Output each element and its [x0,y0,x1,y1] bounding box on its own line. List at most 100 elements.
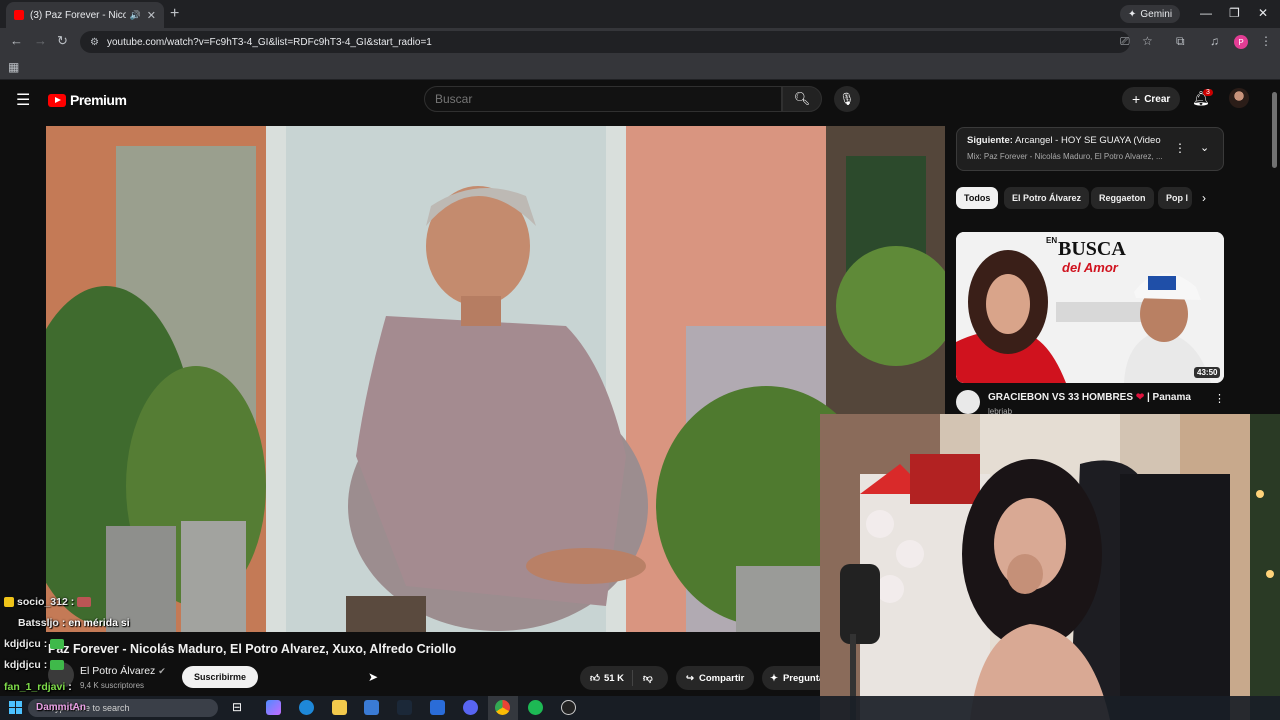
like-count: 51 K [603,672,625,684]
chevron-down-icon[interactable]: ⌄ [1200,141,1209,154]
chat-username: kdjdjcu [4,659,41,671]
search-button[interactable]: 🔍︎ [782,86,822,112]
youtube-logo[interactable]: Premium [48,92,127,108]
minimize-icon[interactable]: — [1200,6,1212,20]
chip-el-potro-alvarez[interactable]: El Potro Álvarez [1004,187,1090,209]
search-input[interactable] [424,86,782,112]
sparkle-icon: ✦ [770,672,778,684]
thumb-text-amor: del Amor [1062,260,1118,275]
spotify-icon[interactable] [528,700,543,715]
video-title: Paz Forever - Nicolás Maduro, El Potro A… [48,642,457,656]
chat-username: kdjdjcu [4,638,41,650]
obs-icon[interactable] [561,700,576,715]
like-button[interactable]: 👍︎ 51 K [580,670,634,686]
browser-menu-icon[interactable]: ⋮ [1260,34,1272,48]
chat-username: socio_312 [17,596,68,608]
up-next-prefix: Siguiente: [967,135,1013,146]
windows-start-icon[interactable] [9,701,22,714]
chat-message: socio_312: [4,596,92,608]
store-icon[interactable] [364,700,379,715]
chevron-right-icon[interactable]: › [1202,191,1206,205]
gemini-label: Gemini [1140,8,1173,20]
tab-close-icon[interactable]: ✕ [147,9,156,22]
chat-username: Batssljo [18,617,59,629]
video-duration: 43:50 [1194,367,1221,378]
copilot-icon[interactable] [266,700,281,715]
hamburger-menu-icon[interactable]: ☰ [16,90,30,110]
chat-username: DammitAn [36,702,87,713]
chip-pop[interactable]: Pop l [1158,187,1192,209]
subscriber-count: 9,4 K suscriptores [80,681,145,690]
chrome-icon[interactable] [495,700,510,715]
thumb-text-busca: BUSCA [1058,238,1126,260]
address-bar[interactable]: ⚙ youtube.com/watch?v=Fc9hT3-4_GI&list=R… [80,31,1130,53]
chat-message: kdjdjcu: [4,638,65,650]
site-info-icon[interactable]: ⚙ [90,37,99,48]
file-explorer-icon[interactable] [332,700,347,715]
share-button[interactable]: ↪ Compartir [676,666,755,690]
mail-icon[interactable] [430,700,445,715]
back-icon[interactable]: ← [10,33,23,48]
create-button[interactable]: + Crear [1122,87,1181,111]
recommended-title-text: GRACIEBON VS 33 HOMBRES [988,392,1134,403]
reload-icon[interactable]: ↻ [57,33,68,49]
chat-username: fan_1_rdjavi [4,681,66,693]
chip-todos[interactable]: Todos [956,187,999,209]
chip-reggaeton[interactable]: Reggaeton [1091,187,1154,209]
video-player[interactable] [46,126,945,632]
video-frame [46,126,945,632]
more-options-icon[interactable]: ⋮ [1214,392,1225,405]
task-view-icon[interactable]: ⊟ [232,700,247,715]
share-label: Compartir [698,672,745,684]
edge-icon[interactable] [299,700,314,715]
thumbs-down-icon: 👎︎ [643,673,653,684]
profile-avatar[interactable]: P [1234,35,1248,49]
badge-icon [4,597,14,607]
recommended-title-suffix: | Panama [1146,392,1191,403]
new-tab-button[interactable]: + [170,5,179,23]
chat-message: kdjdjcu: [4,659,65,671]
cast-icon[interactable]: ⎚ [1120,34,1130,49]
bookmark-star-icon[interactable]: ☆ [1142,34,1153,48]
voice-search-button[interactable]: 🎙︎ [834,86,860,112]
thumb-text-en: EN [1046,236,1058,245]
browser-tab-strip [0,0,1280,28]
discord-icon[interactable] [463,700,478,715]
gemini-button[interactable]: ✦ Gemini [1120,5,1181,23]
recommended-channel-avatar[interactable] [956,390,980,414]
extensions-icon[interactable]: ⧉ [1176,34,1185,49]
up-next-mix: Mix: Paz Forever - Nicolás Maduro, El Po… [967,152,1163,161]
maximize-icon[interactable]: ❐ [1229,6,1240,20]
up-next-video-title: Arcangel - HOY SE GUAYA (Video ... [1015,135,1163,146]
plus-icon: + [1132,91,1141,107]
url-text: youtube.com/watch?v=Fc9hT3-4_GI&list=RDF… [106,36,432,48]
chat-message: Batssljo: en mérida si [18,617,130,629]
sparkle-icon: ✦ [1128,8,1137,20]
apps-grid-icon[interactable]: ▦ [8,60,19,74]
emote-icon [50,639,65,649]
heart-icon: ❤ [1135,392,1145,403]
thumbs-up-icon: 👍︎ [590,673,600,684]
media-control-icon[interactable]: ♫ [1210,34,1219,48]
chat-text: en mérida si [68,617,130,629]
logo-text: Premium [70,92,127,108]
steam-icon[interactable] [397,700,412,715]
window-close-icon[interactable]: ✕ [1258,6,1268,20]
webcam-image [820,414,1280,720]
youtube-favicon-icon [14,10,24,20]
page-scrollbar[interactable] [1272,92,1277,168]
search-icon: 🔍︎ [793,91,811,106]
like-dislike-group: 👍︎ 51 K 👎︎ [580,666,668,690]
webcam-overlay [820,414,1280,720]
subscribe-button[interactable]: Suscribirme [182,666,259,688]
forward-icon[interactable]: → [34,33,47,48]
dislike-button[interactable]: 👎︎ [633,672,663,684]
recommended-title[interactable]: GRACIEBON VS 33 HOMBRES ❤ | Panama [988,392,1191,403]
browser-tab[interactable]: (3) Paz Forever - Nicolás Maduro 🔊 ✕ [6,2,164,28]
microphone-icon: 🎙︎ [839,92,855,106]
channel-name[interactable]: El Potro Álvarez ✔ [80,665,166,677]
more-options-icon[interactable]: ⋮ [1174,141,1186,155]
speaker-icon[interactable]: 🔊 [130,10,141,21]
account-avatar[interactable] [1229,88,1249,108]
verified-check-icon: ✔ [158,666,166,676]
